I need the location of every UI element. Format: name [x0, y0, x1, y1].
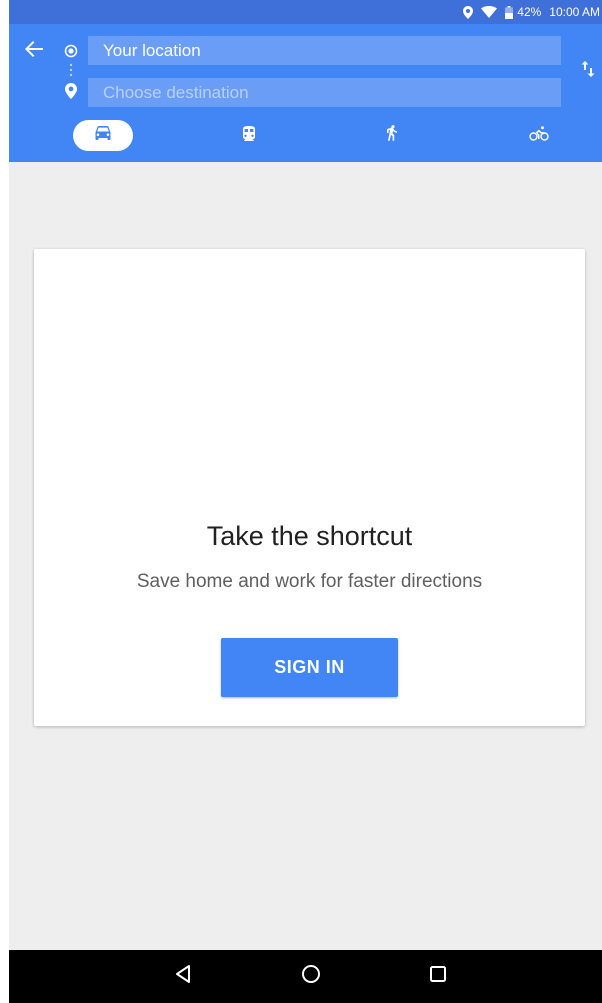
status-bar: 42% 10:00 AM — [9, 0, 602, 24]
destination-input[interactable] — [88, 78, 561, 107]
back-icon — [174, 964, 192, 989]
walk-icon — [386, 124, 398, 147]
mode-driving-tab[interactable] — [73, 120, 133, 151]
swap-button[interactable] — [577, 59, 599, 83]
battery-status: 42% — [505, 5, 541, 19]
home-icon — [301, 964, 321, 989]
battery-percent: 42% — [517, 5, 542, 19]
system-nav-bar — [9, 950, 602, 1003]
origin-input[interactable] — [88, 36, 561, 65]
car-icon — [95, 126, 111, 145]
swap-vert-icon — [581, 60, 595, 82]
mode-walking-tab[interactable] — [377, 120, 407, 151]
arrow-back-icon — [24, 40, 44, 63]
train-icon — [242, 125, 256, 146]
mode-transit-tab[interactable] — [234, 120, 264, 151]
back-button[interactable] — [21, 38, 47, 64]
nav-back-button[interactable] — [169, 962, 197, 990]
app-frame: 42% 10:00 AM Your location Choose destin… — [9, 0, 602, 1003]
nav-recents-button[interactable] — [424, 962, 452, 990]
status-icons: 42% 10:00 AM — [463, 0, 600, 24]
card-title: Take the shortcut — [206, 521, 413, 551]
status-time: 10:00 AM — [549, 5, 600, 19]
sign-in-button[interactable]: SIGN IN — [221, 638, 398, 697]
destination-pin-icon — [65, 83, 77, 99]
origin-dot-icon — [64, 44, 78, 58]
sign-in-card: Take the shortcut Save home and work for… — [34, 249, 585, 726]
location-icon — [463, 5, 474, 19]
recents-icon — [429, 965, 447, 988]
mode-cycling-tab[interactable] — [524, 120, 554, 151]
route-connector-icon — [69, 63, 73, 77]
wifi-icon — [481, 6, 498, 18]
bike-icon — [529, 125, 549, 146]
nav-home-button[interactable] — [297, 962, 325, 990]
battery-icon — [505, 5, 514, 19]
directions-header — [9, 24, 602, 162]
card-subtitle: Save home and work for faster directions — [136, 571, 483, 592]
